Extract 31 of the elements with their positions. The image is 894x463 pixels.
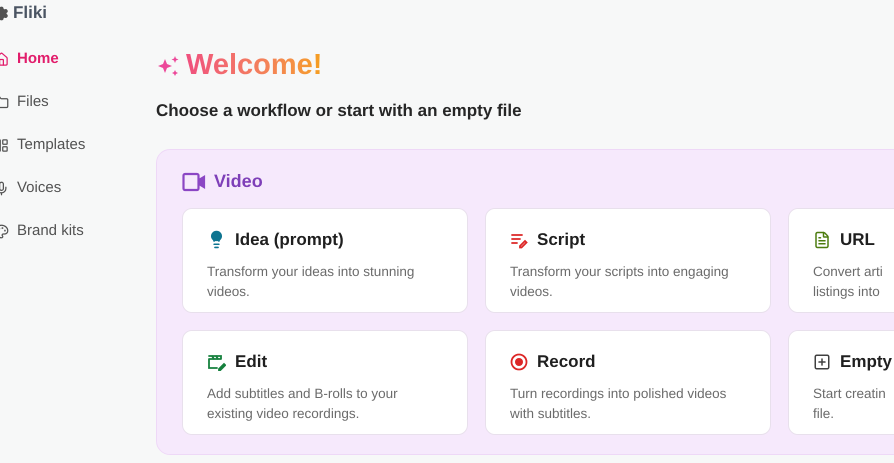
clapperboard-icon xyxy=(207,352,226,371)
section-title: Video xyxy=(214,170,263,193)
sidebar-item[interactable]: Voices xyxy=(0,177,156,199)
card-title: Script xyxy=(537,229,586,251)
card-title: URL xyxy=(840,229,875,251)
card-description: Start creatin file. xyxy=(813,384,887,422)
sidebar-item[interactable]: Templates xyxy=(0,134,156,156)
workflow-card[interactable]: Empty Start creatin file. xyxy=(788,330,894,435)
document-icon xyxy=(813,230,831,249)
card-description: Add subtitles and B-rolls to your existing video recordings. xyxy=(207,384,399,423)
workflow-card[interactable]: Record Turn recordings into polished videos with subtitles. xyxy=(485,330,771,435)
workflow-card[interactable]: URL Convert arti listings into xyxy=(788,208,894,313)
subtitle: Choose a workflow or start with an empty file xyxy=(156,100,523,122)
card-title: Record xyxy=(537,351,596,373)
card-title: Idea (prompt) xyxy=(235,229,344,251)
brand-name: Fliki xyxy=(13,2,48,24)
workflow-card[interactable]: Edit Add subtitles and B-rolls to your existing video recordings. xyxy=(182,330,468,435)
card-title: Edit xyxy=(235,351,268,373)
card-description: Turn recordings into polished videos with subtitles. xyxy=(510,384,728,422)
card-title: Empty xyxy=(840,351,892,373)
workflow-card[interactable]: Script Transform your scripts into engaging videos. xyxy=(485,208,771,313)
video-camera-icon xyxy=(182,172,206,192)
record-icon xyxy=(510,352,528,371)
sidebar-item[interactable]: Home xyxy=(0,48,156,70)
card-description: Convert arti listings into xyxy=(813,262,884,301)
sidebar-item[interactable]: Brand kits xyxy=(0,220,156,242)
workflow-card[interactable]: Idea (prompt) Transform your ideas into stunning videos. xyxy=(182,208,468,313)
card-description: Transform your ideas into stunning videos. xyxy=(207,262,416,300)
sidebar-item[interactable]: Files xyxy=(0,91,156,113)
plus-square-icon xyxy=(813,352,831,371)
card-description: Transform your scripts into engaging videos. xyxy=(510,262,730,300)
